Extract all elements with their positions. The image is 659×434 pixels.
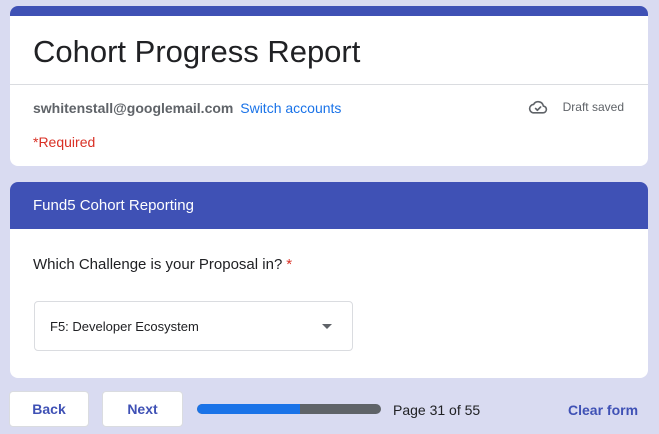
page-indicator: Page 31 of 55: [393, 402, 481, 418]
required-asterisk: *: [286, 256, 293, 273]
progress-bar-fill: [197, 404, 301, 414]
draft-status: Draft saved: [527, 98, 624, 116]
clear-form-button[interactable]: Clear form: [568, 402, 638, 418]
question-label: Which Challenge is your Proposal in? *: [33, 256, 292, 273]
required-note: *Required: [33, 134, 96, 150]
header-divider: [10, 84, 648, 85]
section-card: Fund5 Cohort Reporting Which Challenge i…: [10, 182, 648, 378]
account-email: swhitenstall@googlemail.com: [33, 100, 234, 116]
cloud-check-icon: [528, 100, 547, 114]
progress-bar: [197, 404, 381, 414]
challenge-dropdown[interactable]: F5: Developer Ecosystem: [34, 301, 353, 351]
form-title: Cohort Progress Report: [33, 34, 361, 69]
header-accent-bar: [10, 6, 648, 16]
question-text: Which Challenge is your Proposal in?: [33, 256, 283, 273]
back-button[interactable]: Back: [9, 391, 89, 427]
dropdown-selected-value: F5: Developer Ecosystem: [50, 319, 199, 334]
dropdown-arrow-icon: [322, 324, 332, 329]
draft-status-text: Draft saved: [562, 100, 624, 114]
account-row: swhitenstall@googlemail.com Switch accou…: [33, 100, 341, 116]
next-button[interactable]: Next: [102, 391, 183, 427]
switch-accounts-link[interactable]: Switch accounts: [240, 100, 341, 116]
form-header-card: Cohort Progress Report swhitenstall@goog…: [10, 6, 648, 166]
section-title: Fund5 Cohort Reporting: [10, 182, 648, 229]
